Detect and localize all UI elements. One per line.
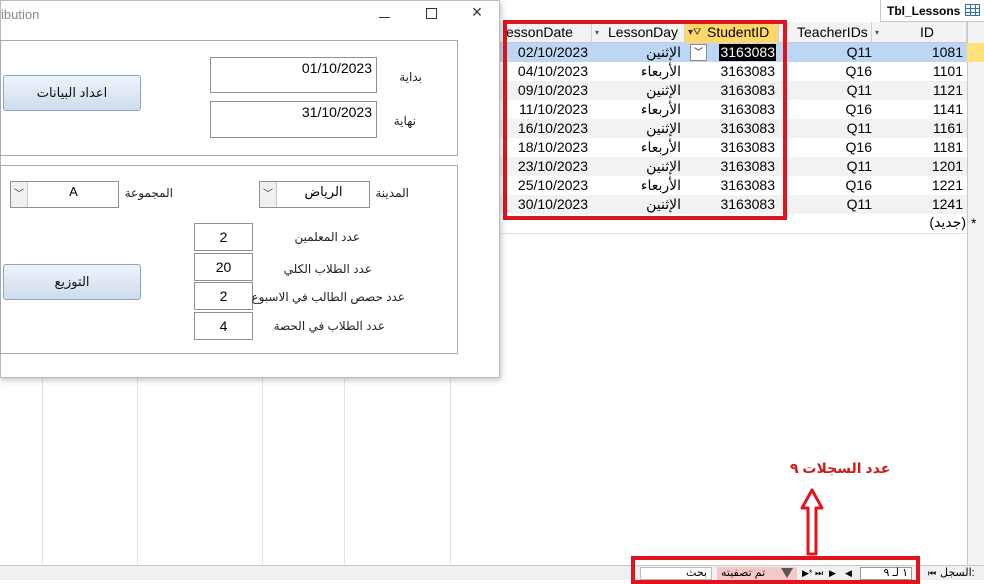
class-size-label: عدد الطلاب في الحصة: [273, 319, 385, 333]
cell-id[interactable]: 1101: [933, 62, 963, 81]
cell-teacher[interactable]: Q16: [846, 176, 872, 195]
record-count-annotation: عدد السجلات ٩: [790, 460, 891, 476]
cell-teacher[interactable]: Q16: [846, 62, 872, 81]
cell-teacher[interactable]: Q16: [846, 100, 872, 119]
prepare-data-button[interactable]: اعداد البيانات: [3, 75, 141, 111]
tab-label: Tbl_Lessons: [887, 4, 961, 18]
cell-teacher[interactable]: Q11: [847, 81, 872, 100]
start-date-field[interactable]: 01/10/2023: [210, 57, 377, 93]
cell-id[interactable]: 1181: [933, 138, 963, 157]
city-selected-value: الرياض: [304, 184, 343, 199]
end-date-label: نهاية: [393, 114, 416, 128]
new-record-marker: *: [971, 215, 977, 231]
cell-teacher[interactable]: Q11: [847, 157, 872, 176]
minimize-icon: [378, 17, 390, 18]
row-selector-current[interactable]: [967, 43, 984, 62]
cell-id[interactable]: 1161: [933, 119, 963, 138]
students-total-field[interactable]: 20: [194, 253, 253, 281]
class-size-field[interactable]: 4: [194, 312, 253, 340]
cell-teacher[interactable]: Q16: [846, 138, 872, 157]
chevron-down-icon[interactable]: ﹀: [260, 182, 277, 207]
new-record-label: (جديد): [929, 214, 966, 230]
table-icon: [965, 4, 980, 16]
cell-teacher[interactable]: Q11: [847, 119, 872, 138]
header-label: ID: [920, 24, 934, 40]
group-label: المجموعة: [124, 186, 173, 200]
group-select[interactable]: ﹀ A: [10, 181, 119, 208]
cell-teacher[interactable]: Q11: [847, 195, 872, 214]
distribute-button[interactable]: التوزيع: [3, 264, 141, 300]
teachers-count-field[interactable]: 2: [194, 223, 253, 251]
row-selector-column[interactable]: [967, 22, 984, 565]
cell-id[interactable]: 1121: [933, 81, 963, 100]
weekly-periods-label: عدد حصص الطالب في الاسبوع: [251, 290, 405, 304]
header-label: TeacherIDs: [797, 24, 868, 40]
end-date-field[interactable]: 31/10/2023: [210, 101, 377, 138]
cell-teacher[interactable]: Q11: [847, 43, 872, 62]
city-label: المدينة: [375, 186, 409, 200]
chevron-down-icon[interactable]: ﹀: [11, 182, 28, 207]
header-teacherids[interactable]: ▾ TeacherIDs: [779, 22, 872, 43]
gridline: [500, 233, 967, 234]
cell-id[interactable]: 1201: [932, 157, 963, 176]
minimize-button[interactable]: [374, 5, 394, 23]
cell-id[interactable]: 1221: [932, 176, 963, 195]
datasheet-highlight-box: [503, 20, 787, 220]
close-button[interactable]: ×: [467, 2, 487, 22]
students-total-label: عدد الطلاب الكلي: [283, 262, 372, 276]
window-title: ibution: [1, 7, 40, 22]
tab-tbl-lessons[interactable]: Tbl_Lessons: [880, 0, 984, 22]
dropdown-arrow-icon: ▾: [875, 28, 880, 37]
city-select[interactable]: ﹀ الرياض: [259, 181, 370, 208]
maximize-icon: [425, 8, 437, 19]
cell-id[interactable]: 1141: [933, 100, 963, 119]
start-date-label: بداية: [399, 70, 422, 84]
weekly-periods-field[interactable]: 2: [194, 282, 253, 310]
header-id[interactable]: ▾ ID: [872, 22, 967, 43]
cell-id[interactable]: 1241: [932, 195, 963, 214]
teachers-count-label: عدد المعلمين: [294, 230, 360, 244]
group-selected-value: A: [69, 184, 78, 199]
cell-id[interactable]: 1081: [932, 43, 963, 62]
up-arrow-icon: [800, 488, 824, 556]
first-record-icon[interactable]: ⏮: [928, 566, 936, 581]
distribution-form-window: ibution × 01/10/2023 بداية 31/10/2023 نه…: [0, 0, 500, 378]
record-label: السجل:: [940, 567, 975, 579]
maximize-button[interactable]: [421, 5, 441, 23]
